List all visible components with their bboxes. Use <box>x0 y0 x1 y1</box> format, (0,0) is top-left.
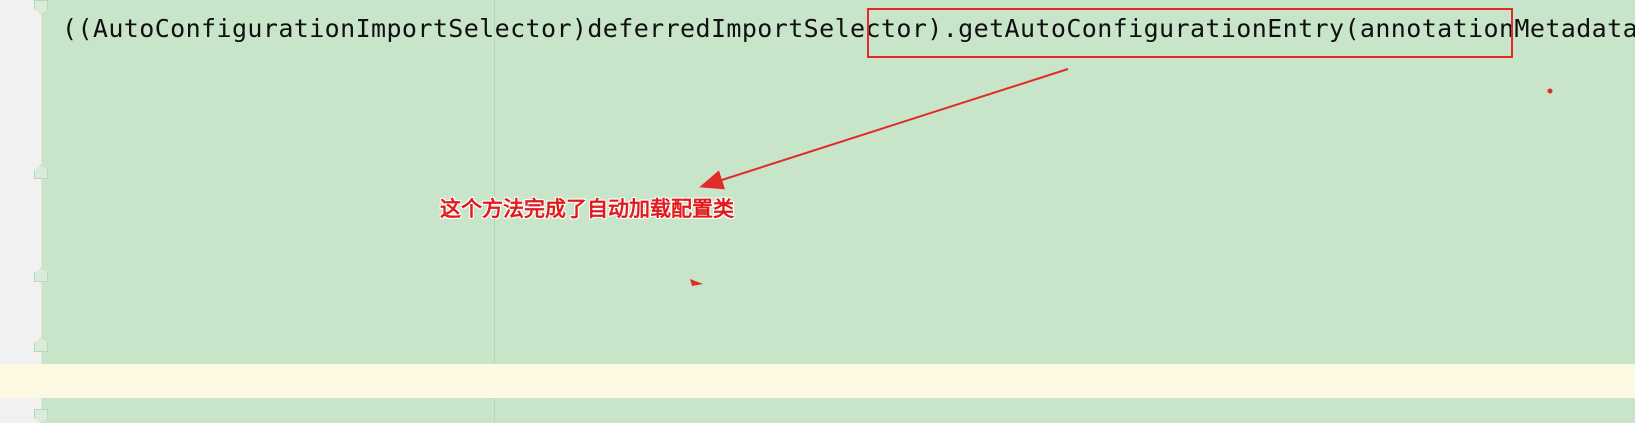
current-line-highlight[interactable] <box>0 364 1635 398</box>
editor-gutter[interactable] <box>0 0 48 423</box>
code-editor[interactable] <box>42 0 1635 423</box>
annotation-highlight-box <box>867 8 1513 58</box>
annotation-label: 这个方法完成了自动加载配置类 <box>440 197 734 221</box>
